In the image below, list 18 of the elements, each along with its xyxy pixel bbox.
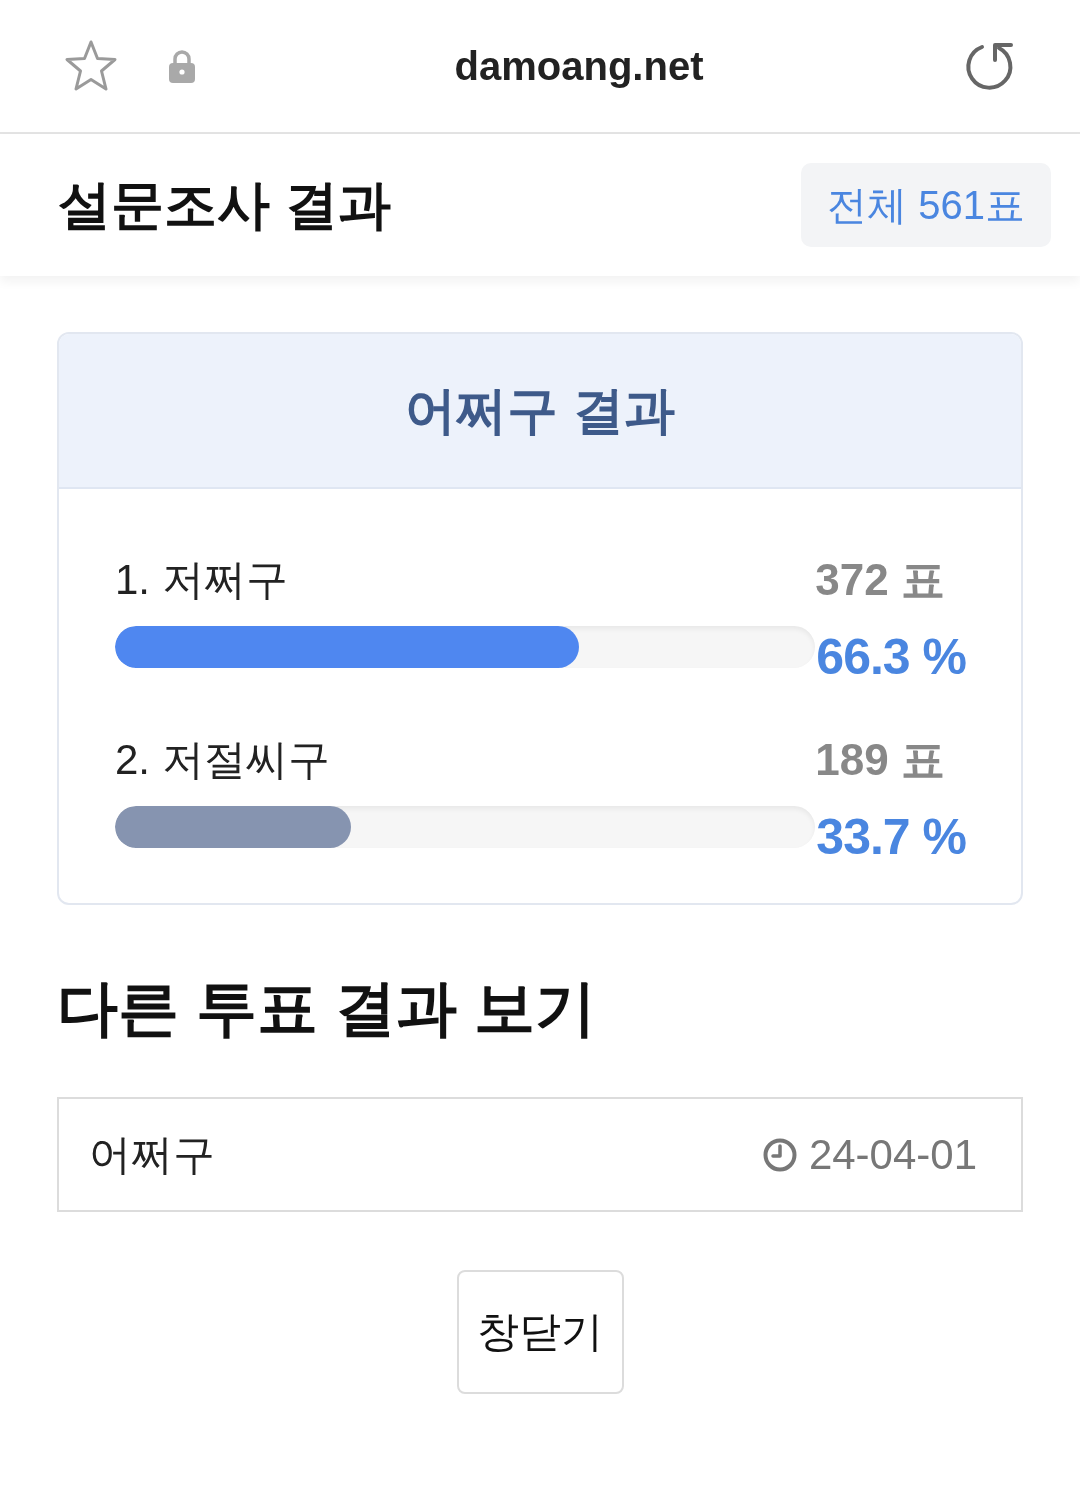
url-text[interactable]: damoang.net [454,42,704,90]
lock-icon[interactable] [168,49,196,83]
total-votes-badge: 전체 561표 [801,163,1051,247]
clock-icon [762,1137,797,1172]
poll-list-item[interactable]: 어쩌구 24-04-01 [57,1097,1023,1212]
page-title: 설문조사 결과 [58,174,391,236]
vote-percent: 33.7 % [815,808,966,867]
poll-item-date: 24-04-01 [808,1130,977,1179]
vote-percent: 66.3 % [815,628,966,687]
close-window-button[interactable]: 창닫기 [456,1270,624,1394]
option-label: 1. 저쩌구 [115,555,288,605]
poll-item-title: 어쩌구 [89,1129,215,1180]
bookmark-star-icon[interactable] [64,39,118,93]
section-heading: 다른 투표 결과 보기 [57,973,596,1044]
vote-count: 372 표 [815,554,945,606]
vote-count: 189 표 [815,734,945,786]
option-label: 2. 저절씨구 [115,735,330,785]
poll-title: 어쩌구 결과 [405,380,675,441]
